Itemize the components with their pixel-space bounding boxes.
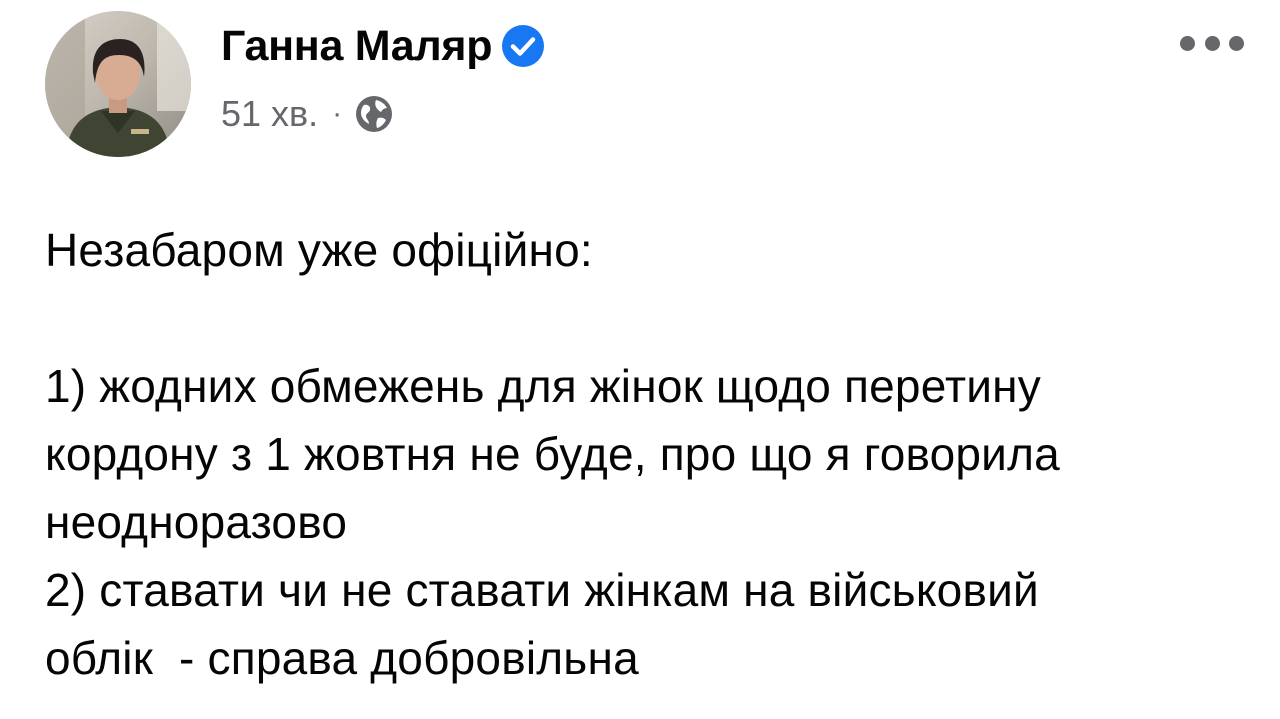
post-header: Ганна Маляр 51 хв. · xyxy=(0,0,1280,180)
post-text-line: кордону з 1 жовтня не буде, про що я гов… xyxy=(45,428,1060,480)
author-name-row: Ганна Маляр xyxy=(221,20,546,72)
more-dots-icon xyxy=(1180,35,1195,51)
post-text-line: облік - справа добровільна xyxy=(45,632,639,684)
avatar-photo xyxy=(45,11,191,157)
more-dots-icon xyxy=(1229,35,1244,51)
more-options-button[interactable] xyxy=(1180,28,1244,58)
post-text-line: неодноразово xyxy=(45,496,348,548)
post-text-line: 2) ставати чи не ставати жінкам на війсь… xyxy=(45,564,1039,616)
post-text: Незабаром уже офіційно: 1) жодних обмеже… xyxy=(45,216,1245,692)
post-intro-line: Незабаром уже офіційно: xyxy=(45,224,593,276)
post-meta: 51 хв. · xyxy=(221,90,394,138)
author-avatar[interactable] xyxy=(45,11,191,157)
verified-badge-icon xyxy=(500,23,546,69)
more-dots-icon xyxy=(1204,35,1220,51)
meta-separator: · xyxy=(332,97,343,130)
post-timestamp[interactable]: 51 хв. xyxy=(221,93,318,135)
post-text-line: 1) жодних обмежень для жінок щодо перети… xyxy=(45,360,1041,412)
author-name[interactable]: Ганна Маляр xyxy=(221,20,492,72)
globe-icon[interactable] xyxy=(354,94,394,134)
